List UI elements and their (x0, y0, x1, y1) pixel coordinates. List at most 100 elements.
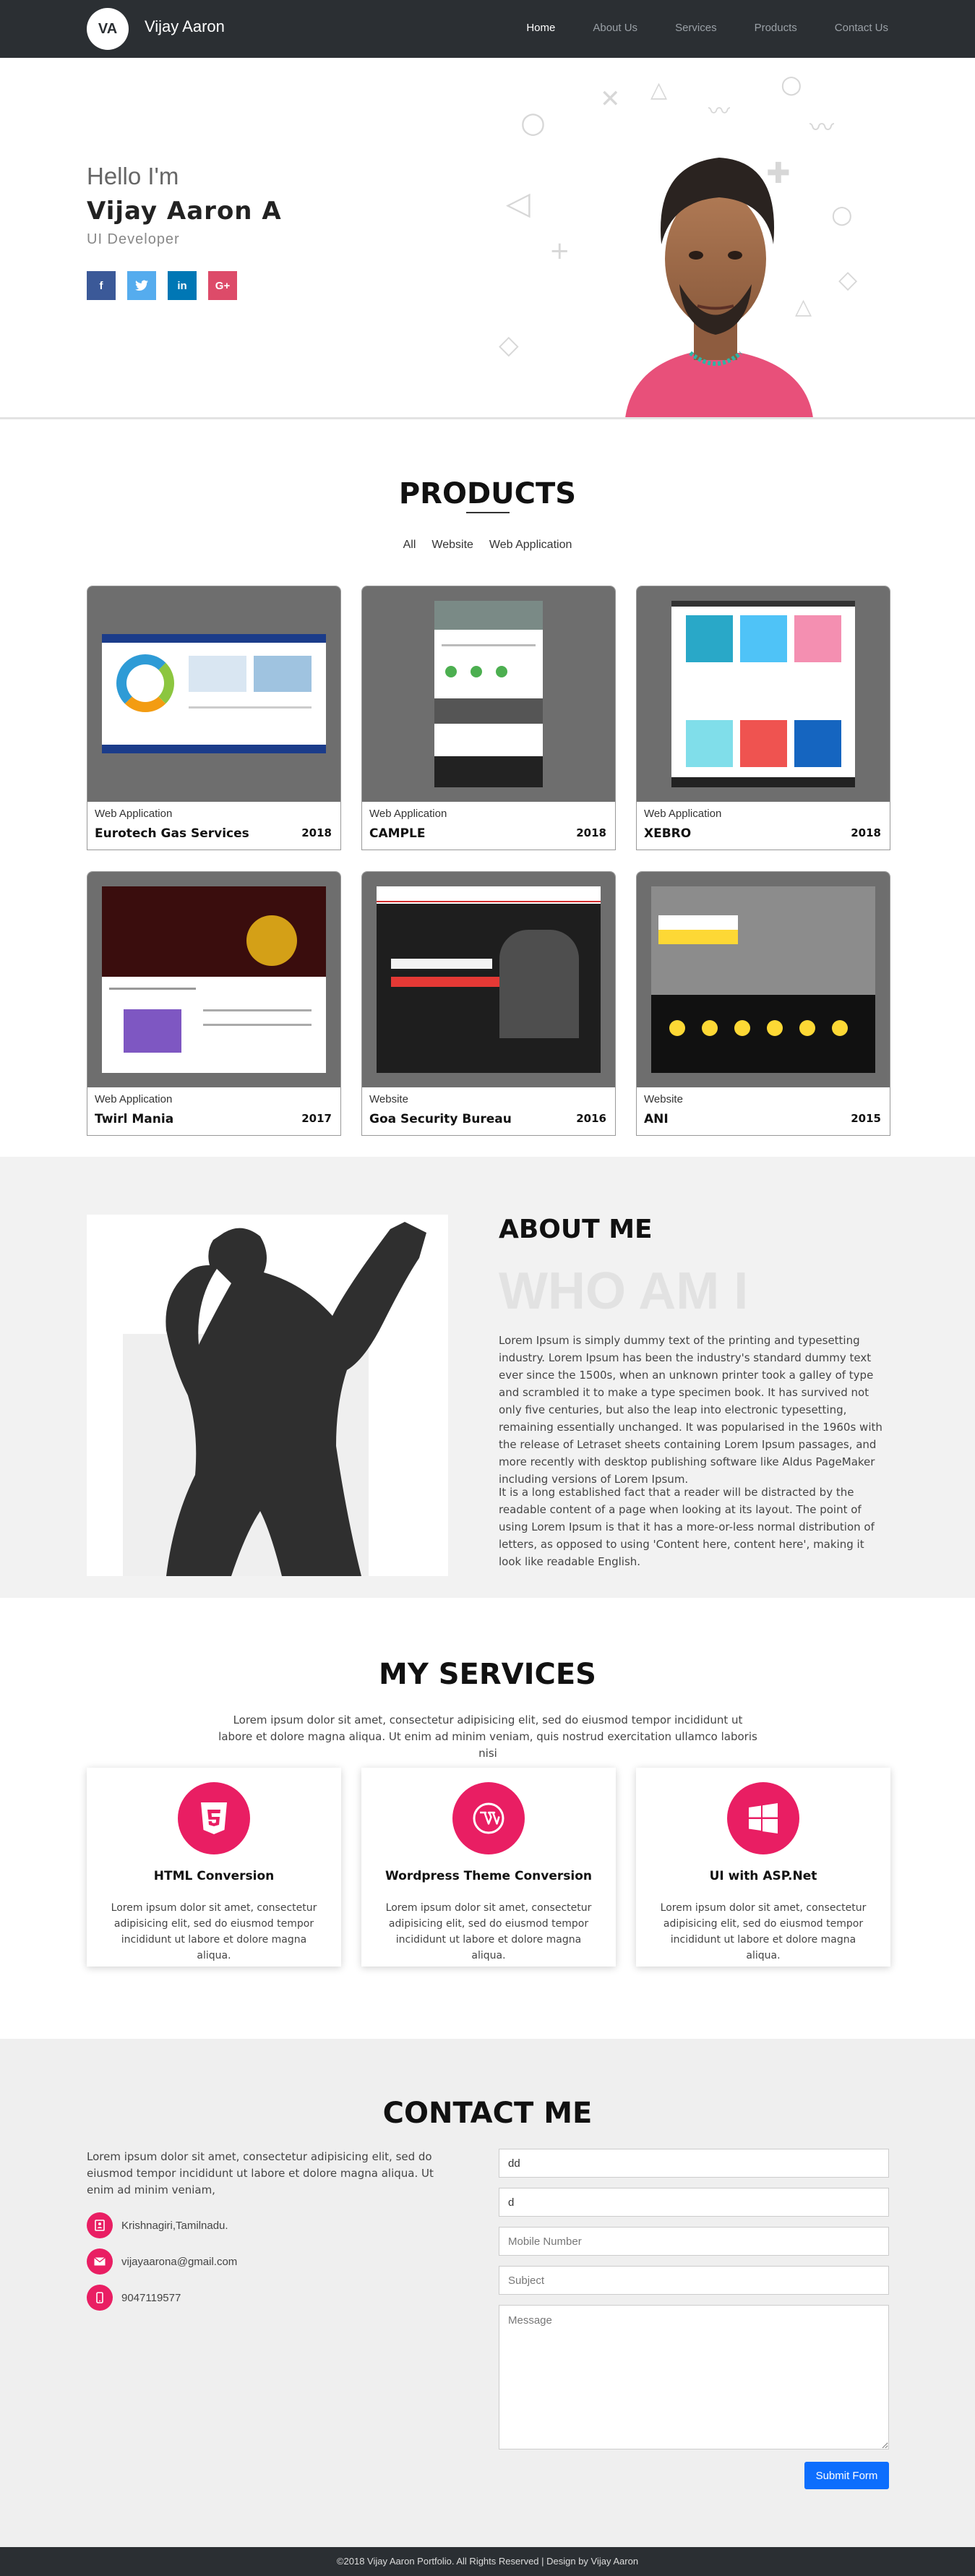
contact-intro: Lorem ipsum dolor sit amet, consectetur … (87, 2150, 434, 2196)
product-category: Web Application (95, 1093, 173, 1105)
product-year: 2015 (851, 1112, 881, 1125)
product-card[interactable]: Website Goa Security Bureau 2016 (361, 871, 616, 1136)
mobile-icon (87, 2285, 113, 2311)
footer: ©2018 Vijay Aaron Portfolio. All Rights … (0, 2547, 975, 2576)
product-name: Goa Security Bureau (369, 1112, 512, 1126)
menu-item-services[interactable]: Services (675, 22, 717, 34)
service-title: Wordpress Theme Conversion (385, 1869, 592, 1883)
product-name: Eurotech Gas Services (95, 826, 249, 841)
twitter-icon[interactable] (127, 271, 156, 300)
service-card: UI with ASP.Net Lorem ipsum dolor sit am… (636, 1768, 890, 1967)
about-paragraph-2: It is a long established fact that a rea… (499, 1486, 875, 1568)
product-screenshot-frame (87, 586, 340, 802)
service-description: Lorem ipsum dolor sit amet, consectetur … (385, 1902, 592, 1961)
product-card[interactable]: Web Application Eurotech Gas Services 20… (87, 586, 341, 850)
triangle-shape: △ (650, 77, 668, 103)
menu-item-contact[interactable]: Contact Us (835, 22, 888, 34)
filter-web-application[interactable]: Web Application (489, 539, 572, 552)
about-title: ABOUT ME (499, 1215, 653, 1244)
product-name: XEBRO (644, 826, 692, 841)
menu-item-about[interactable]: About Us (593, 22, 637, 34)
products-title: PRODUCTS (398, 477, 577, 510)
logo[interactable]: VA (87, 8, 129, 50)
title-underline (466, 512, 510, 513)
product-category: Website (369, 1093, 408, 1105)
product-year: 2018 (576, 826, 606, 839)
message-field[interactable] (499, 2305, 889, 2449)
google-plus-icon[interactable]: G+ (208, 271, 237, 300)
product-screenshot (102, 886, 326, 1073)
product-screenshot-frame (637, 872, 890, 1087)
about-watermark: WHO AM I (499, 1262, 749, 1320)
address-text: Krishnagiri,Tamilnadu. (121, 2219, 228, 2232)
service-title: HTML Conversion (153, 1869, 275, 1883)
filter-all[interactable]: All (403, 539, 416, 552)
email-field[interactable] (499, 2188, 889, 2217)
product-year: 2017 (301, 1112, 332, 1125)
service-card: HTML Conversion Lorem ipsum dolor sit am… (87, 1768, 341, 1967)
product-screenshot (651, 886, 875, 1073)
plus-shape: + (549, 236, 570, 265)
about-section: ABOUT ME WHO AM I Lorem Ipsum is simply … (0, 1157, 975, 1598)
zigzag-shape: 〰 (708, 99, 730, 124)
mobile-field[interactable] (499, 2227, 889, 2256)
address-book-icon (87, 2212, 113, 2238)
service-card: Wordpress Theme Conversion Lorem ipsum d… (361, 1768, 616, 1967)
product-screenshot (671, 601, 855, 787)
product-category: Web Application (369, 808, 447, 820)
product-screenshot (102, 634, 326, 753)
service-description: Lorem ipsum dolor sit amet, consectetur … (111, 1902, 317, 1961)
about-image (87, 1215, 448, 1576)
product-filters: All Website Web Application (0, 539, 975, 552)
square-shape: ◇ (499, 330, 519, 360)
service-description: Lorem ipsum dolor sit amet, consectetur … (660, 1902, 867, 1961)
product-category: Web Application (95, 808, 173, 820)
contact-title: CONTACT ME (382, 2097, 593, 2130)
circle-shape: ○ (781, 70, 802, 99)
triangle-shape: ◁ (506, 185, 531, 222)
hero-role: UI Developer (87, 231, 180, 247)
circle-shape: ○ (520, 106, 546, 140)
product-name: CAMPLE (369, 826, 426, 841)
hero-name: Vijay Aaron A (87, 197, 282, 226)
services-intro: Lorem ipsum dolor sit amet, consectetur … (218, 1713, 757, 1760)
product-name: Twirl Mania (95, 1112, 174, 1126)
main-menu: Home About Us Services Products Contact … (526, 22, 888, 34)
email-text[interactable]: vijayaarona@gmail.com (121, 2256, 237, 2268)
product-screenshot (434, 601, 543, 787)
cross-shape: ✕ (600, 85, 621, 114)
profile-photo (625, 158, 813, 417)
service-title: UI with ASP.Net (709, 1869, 817, 1883)
submit-form-button[interactable]: Submit Form (804, 2462, 889, 2489)
linkedin-icon[interactable]: in (168, 271, 197, 300)
silhouette-icon (166, 1222, 426, 1576)
about-paragraph-1: Lorem Ipsum is simply dummy text of the … (499, 1334, 882, 1486)
social-links: f in G+ (87, 271, 237, 300)
hero-section: ○ ✕ ◁ + ○ 〰 ✚ ○ ◇ ◇ △ △ 〰 Hello I'm Vija… (0, 58, 975, 419)
square-shape: ◇ (838, 265, 858, 294)
subject-field[interactable] (499, 2266, 889, 2295)
contact-address: Krishnagiri,Tamilnadu. (87, 2212, 228, 2238)
product-card[interactable]: Web Application XEBRO 2018 (636, 586, 890, 850)
envelope-icon (87, 2248, 113, 2275)
menu-item-home[interactable]: Home (526, 22, 555, 34)
product-screenshot (377, 886, 601, 1073)
product-year: 2016 (576, 1112, 606, 1125)
contact-phone: 9047119577 (87, 2285, 181, 2311)
product-card[interactable]: Web Application CAMPLE 2018 (361, 586, 616, 850)
filter-website[interactable]: Website (431, 539, 473, 552)
product-card[interactable]: Web Application Twirl Mania 2017 (87, 871, 341, 1136)
product-card[interactable]: Website ANI 2015 (636, 871, 890, 1136)
product-name: ANI (644, 1112, 669, 1126)
product-category: Web Application (644, 808, 722, 820)
circle-shape: ○ (831, 200, 853, 229)
wordpress-icon (452, 1782, 525, 1854)
name-field[interactable] (499, 2149, 889, 2178)
hero-greeting: Hello I'm (87, 163, 179, 189)
facebook-icon[interactable]: f (87, 271, 116, 300)
phone-text[interactable]: 9047119577 (121, 2292, 181, 2304)
menu-item-products[interactable]: Products (755, 22, 797, 34)
brand-name[interactable]: Vijay Aaron (145, 17, 225, 36)
top-navbar: VA Vijay Aaron Home About Us Services Pr… (0, 0, 975, 58)
html5-icon (178, 1782, 250, 1854)
